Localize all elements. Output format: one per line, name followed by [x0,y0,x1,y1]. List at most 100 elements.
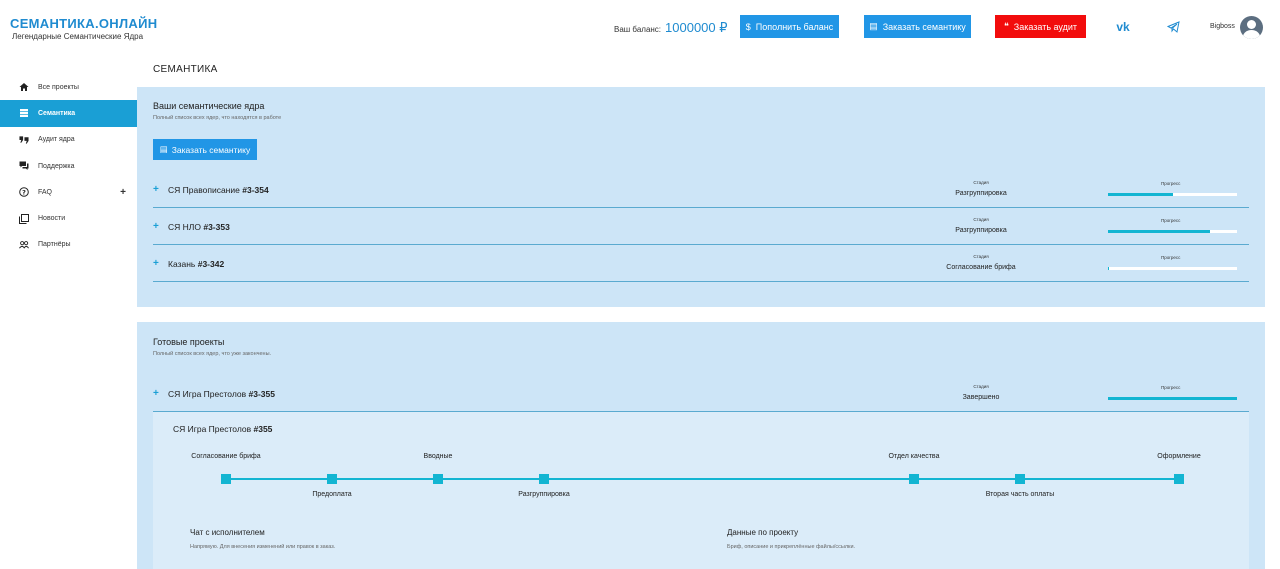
sidebar: Все проекты Семантика Аудит ядра Поддерж… [0,74,137,258]
sidebar-item-partners[interactable]: Партнёры [0,232,137,258]
project-name: СЯ Игра Престолов #3-355 [168,389,275,399]
sidebar-item-label: Поддержка [38,162,75,170]
sidebar-item-all-projects[interactable]: Все проекты [0,74,137,100]
stage-value: Разгруппировка [955,227,1007,234]
chat-title[interactable]: Чат с исполнителем [190,528,265,537]
timeline-step-marker [909,474,919,484]
timeline-step-label: Разгруппировка [518,491,570,498]
logo[interactable]: СЕМАНТИКА.ОНЛАЙН Легендарные Семантическ… [10,16,157,41]
sidebar-item-label: Новости [38,215,66,223]
audit-icon: ❝ [1003,21,1009,31]
project-title: Казань [168,259,196,269]
progress-fill [1108,193,1173,196]
order-audit-button[interactable]: ❝ Заказать аудит [995,15,1086,38]
stage-label: Стадия [973,180,989,185]
timeline-step-label: Оформление [1157,453,1201,460]
project-data-subtitle: Бриф, описание и прикреплённые файлы/ссы… [727,544,856,550]
home-icon [19,82,29,92]
expand-icon[interactable]: + [120,187,126,198]
sidebar-item-label: Семантика [38,109,76,117]
timeline-step-marker [1015,474,1025,484]
project-id: #3-342 [197,259,225,269]
progress-fill [1108,267,1110,270]
audit-icon [19,135,29,145]
project-row[interactable]: + СЯ НЛО #3-353 Стадия Разгруппировка Пр… [153,208,1249,245]
detail-title: СЯ Игра Престолов #355 [173,424,272,434]
finished-projects-title: Готовые проекты [153,337,225,347]
timeline-step-marker [221,474,231,484]
sidebar-item-audit[interactable]: Аудит ядра [0,127,137,153]
project-id: #3-354 [242,185,269,195]
project-data-title[interactable]: Данные по проекту [727,528,798,537]
sidebar-item-label: Все проекты [38,83,79,91]
vk-icon[interactable]: vk [1115,19,1131,35]
stage-label: Стадия [973,254,989,259]
order-semantics-label: Заказать семантику [171,144,251,155]
sidebar-item-label: Аудит ядра [38,136,75,144]
chat-subtitle: Напрямую. Для внесения изменений или пра… [190,544,336,550]
timeline-step-label: Вводные [423,453,453,460]
topup-balance-button[interactable]: $ Пополнить баланс [740,15,839,38]
project-name: СЯ Правописание #3-354 [168,185,269,195]
sidebar-item-support[interactable]: Поддержка [0,153,137,179]
progress-bar [1108,267,1237,270]
timeline-line [226,478,1179,480]
finished-projects-panel: Готовые проекты Полный список всех ядер,… [137,322,1265,569]
progress-fill [1108,397,1237,400]
progress-fill [1108,230,1210,233]
stage-label: Стадия [973,217,989,222]
timeline-step-label: Вторая часть оплаты [985,491,1055,498]
sidebar-item-semantics[interactable]: Семантика [0,100,137,127]
timeline-step-label: Отдел качества [888,453,940,460]
project-row[interactable]: + СЯ Правописание #3-354 Стадия Разгрупп… [153,171,1249,208]
topup-balance-label: Пополнить баланс [755,21,834,32]
username[interactable]: Bigboss [1210,23,1235,30]
detail-title-name: СЯ Игра Престолов [173,424,252,434]
timeline-step-marker [327,474,337,484]
expand-icon[interactable]: + [153,258,159,269]
stage-value: Завершено [962,394,1000,401]
timeline-step-marker [539,474,549,484]
project-row[interactable]: + СЯ Игра Престолов #3-355 Стадия Заверш… [153,375,1249,412]
page-title: СЕМАНТИКА [153,64,218,75]
telegram-icon[interactable] [1165,19,1181,35]
balance: Ваш баланс: 1000000 ₽ [614,20,728,36]
svg-text:?: ? [22,189,26,197]
stage-value: Согласование брифа [946,264,1016,271]
active-projects-subtitle: Полный список всех ядер, что находятся в… [153,115,282,121]
project-name: СЯ НЛО #3-353 [168,222,230,232]
database-icon: ▤ [159,144,168,154]
detail-title-id: #355 [253,424,273,434]
project-title: СЯ НЛО [168,222,201,232]
project-row[interactable]: + Казань #3-342 Стадия Согласование бриф… [153,245,1249,282]
avatar[interactable] [1240,16,1263,39]
project-title: СЯ Правописание [168,185,240,195]
chat-icon [19,161,29,171]
expand-icon[interactable]: + [153,221,159,232]
sidebar-item-news[interactable]: Новости [0,205,137,231]
progress-label: Прогресс [1161,218,1181,223]
project-name: Казань #3-342 [168,259,224,269]
dollar-icon: $ [745,21,751,32]
timeline-step-label: Согласование брифа [191,453,261,460]
progress-label: Прогресс [1161,255,1181,260]
progress-bar [1108,230,1237,233]
expand-icon[interactable]: + [153,388,159,399]
timeline-step-label: Предоплата [312,491,352,498]
balance-value: 1000000 ₽ [665,20,728,35]
timeline-step-marker [1174,474,1184,484]
sidebar-item-label: FAQ [38,188,53,196]
progress-label: Прогресс [1161,181,1181,186]
logo-subtitle: Легендарные Семантические Ядра [12,32,144,41]
balance-label: Ваш баланс: [614,25,662,34]
active-projects-panel: Ваши семантические ядра Полный список вс… [137,87,1265,307]
progress-label: Прогресс [1161,385,1181,390]
sidebar-item-faq[interactable]: ? FAQ + [0,179,137,205]
expand-icon[interactable]: + [153,184,159,195]
project-detail: СЯ Игра Престолов #355 Согласование бриф… [153,412,1249,569]
timeline-step-marker [433,474,443,484]
stage-value: Разгруппировка [955,190,1007,197]
order-semantics-header-button[interactable]: ▤ Заказать семантику [864,15,971,38]
sidebar-item-label: Партнёры [38,241,71,249]
order-semantics-button[interactable]: ▤ Заказать семантику [153,139,257,160]
